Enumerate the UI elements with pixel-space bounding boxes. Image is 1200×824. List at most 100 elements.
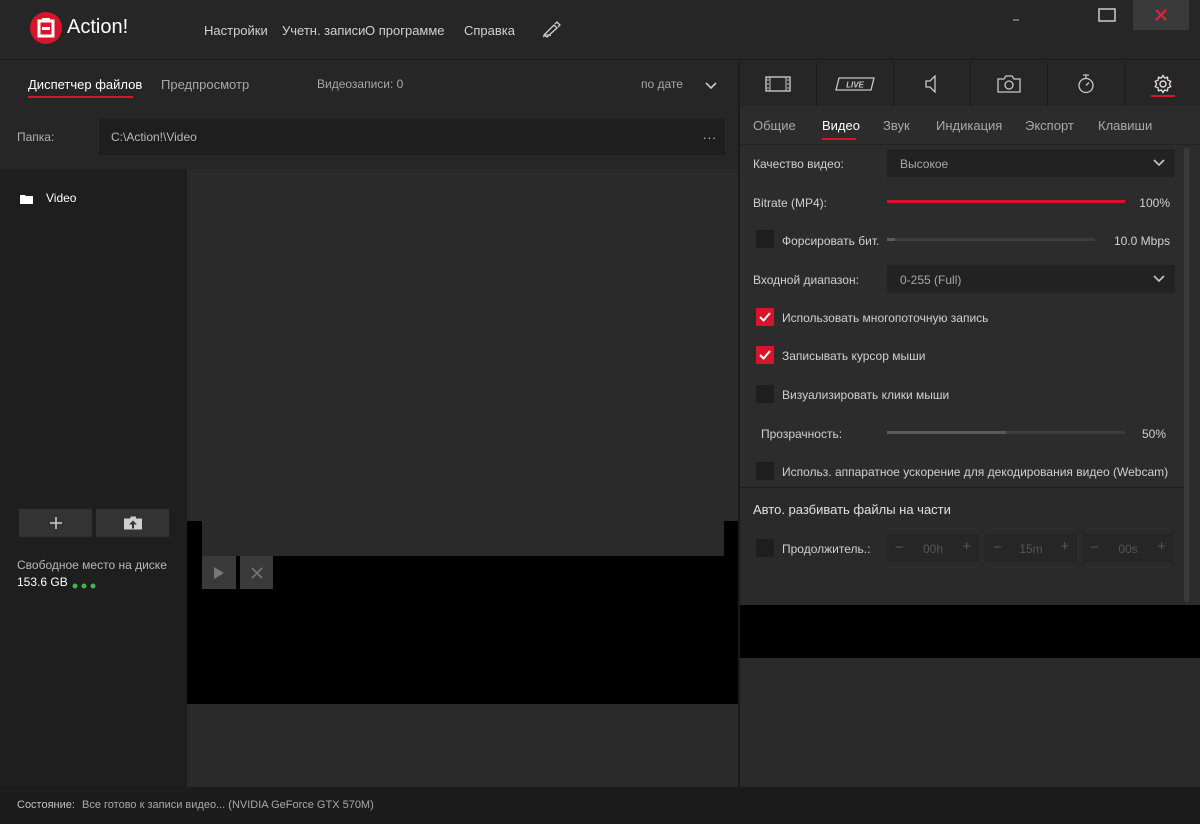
increment-button[interactable]: + [962, 538, 971, 555]
right-lower-area [740, 658, 1200, 787]
menu-help[interactable]: Справка [464, 23, 515, 38]
force-bitrate-slider-fill [887, 238, 896, 241]
video-quality-label: Качество видео: [753, 157, 844, 171]
opacity-value: 50% [1141, 427, 1166, 441]
tab-live-stream[interactable]: LIVE [817, 62, 894, 106]
sort-dropdown[interactable]: по дате [641, 77, 683, 91]
subtab-video[interactable]: Видео [822, 118, 860, 133]
opacity-slider[interactable] [887, 431, 1125, 434]
seconds-stepper[interactable]: − 00s + [1082, 534, 1174, 562]
tab-video-recording[interactable] [740, 62, 817, 106]
minimize-button[interactable] [994, 0, 1038, 30]
tab-file-manager[interactable]: Диспетчер файлов [28, 77, 142, 92]
tree-item-video[interactable]: Video [46, 191, 76, 205]
webcam-preview [740, 605, 1200, 658]
disk-status-dots [72, 578, 98, 592]
menu-accounts[interactable]: Учетн. записи [282, 23, 365, 38]
video-settings-panel: Общие Видео Звук Индикация Экспорт Клави… [740, 106, 1200, 605]
tab-preview[interactable]: Предпросмотр [161, 77, 249, 92]
subtab-indication[interactable]: Индикация [936, 118, 1002, 133]
split-files-title: Авто. разбивать файлы на части [753, 502, 951, 517]
increment-button[interactable]: + [1060, 538, 1069, 555]
menu-settings[interactable]: Настройки [204, 23, 268, 38]
record-cursor-label: Записывать курсор мыши [782, 349, 926, 363]
chevron-down-icon[interactable] [705, 79, 717, 93]
bitrate-value: 100% [1139, 196, 1170, 210]
force-bitrate-slider[interactable] [887, 238, 1095, 241]
pen-icon[interactable] [542, 20, 562, 41]
record-cursor-checkbox[interactable] [756, 346, 774, 364]
status-label: Состояние: [17, 799, 75, 811]
bitrate-slider[interactable] [887, 200, 1125, 203]
video-count: Видеозаписи: 0 [317, 77, 404, 91]
multithread-checkbox[interactable] [756, 308, 774, 326]
speaker-icon [925, 75, 936, 93]
bitrate-label: Bitrate (MP4): [753, 196, 828, 210]
folder-tree: Video Свободное место на диске 153.6 GB [0, 169, 187, 787]
close-button[interactable] [1133, 0, 1189, 30]
show-clicks-label: Визуализировать клики мыши [782, 388, 950, 402]
force-bitrate-checkbox[interactable] [756, 230, 774, 248]
hours-stepper[interactable]: − 00h + [887, 534, 979, 562]
input-range-select[interactable]: 0-255 (Full) [887, 265, 1175, 293]
input-range-label: Входной диапазон: [753, 273, 859, 287]
subtab-general[interactable]: Общие [753, 118, 796, 133]
tab-screenshot[interactable] [971, 62, 1048, 106]
force-bitrate-value: 10.0 Mbps [1113, 234, 1170, 248]
upload-folder-icon [123, 516, 142, 530]
add-folder-button[interactable] [19, 509, 92, 537]
preview-header [202, 521, 724, 556]
minimize-icon [1013, 19, 1019, 21]
app-name: Action! [67, 16, 129, 38]
check-icon [759, 312, 771, 322]
minutes-stepper[interactable]: − 15m + [985, 534, 1077, 562]
live-icon: LIVE [835, 77, 875, 91]
status-text: Все готово к записи видео... (NVIDIA GeF… [82, 799, 374, 811]
duration-checkbox[interactable] [756, 539, 774, 557]
settings-scrollbar[interactable] [1184, 148, 1189, 602]
play-icon [214, 566, 224, 579]
bitrate-slider-fill [887, 200, 1125, 203]
close-icon [250, 566, 263, 579]
active-tab-indicator [28, 96, 133, 98]
timer-icon [1078, 74, 1094, 94]
tab-benchmark[interactable] [1048, 62, 1125, 106]
free-space-value: 153.6 GB [17, 575, 68, 589]
folder-label: Папка: [17, 130, 55, 144]
browse-folder-button[interactable]: ... [703, 127, 717, 142]
film-icon [765, 76, 791, 92]
increment-button[interactable]: + [1157, 538, 1166, 555]
hw-accel-checkbox[interactable] [756, 462, 774, 480]
folder-path-field[interactable]: C:\Action!\Video ... [99, 119, 725, 155]
menu-about[interactable]: О программе [365, 23, 445, 38]
subtab-hotkeys[interactable]: Клавиши [1098, 118, 1152, 133]
svg-text:LIVE: LIVE [846, 81, 864, 90]
upload-button[interactable] [96, 509, 169, 537]
active-tab-indicator [1151, 95, 1175, 97]
gear-icon [1153, 74, 1172, 94]
video-quality-select[interactable]: Высокое [887, 149, 1175, 177]
show-clicks-checkbox[interactable] [756, 385, 774, 403]
status-bar: Состояние: Все готово к записи видео... … [0, 787, 1200, 824]
tab-settings[interactable] [1125, 62, 1200, 106]
chevron-down-icon [1153, 159, 1165, 167]
input-range-value: 0-255 (Full) [900, 273, 962, 287]
tab-audio[interactable] [894, 62, 971, 106]
maximize-button[interactable] [1085, 0, 1129, 30]
opacity-slider-fill [887, 431, 1006, 434]
camera-icon [997, 75, 1021, 93]
app-logo [30, 12, 62, 44]
active-subtab-indicator [822, 138, 856, 140]
video-quality-value: Высокое [900, 157, 949, 171]
delete-button[interactable] [240, 556, 273, 589]
free-space-label: Свободное место на диске [17, 558, 167, 572]
chevron-down-icon [1153, 275, 1165, 283]
subtab-audio[interactable]: Звук [883, 118, 910, 133]
subtab-export[interactable]: Экспорт [1025, 118, 1074, 133]
play-button[interactable] [202, 556, 236, 589]
folder-path: C:\Action!\Video [111, 130, 197, 144]
force-bitrate-label: Форсировать бит. [782, 234, 880, 248]
check-icon [759, 350, 771, 360]
folder-icon [20, 193, 33, 207]
close-icon [1155, 9, 1167, 21]
